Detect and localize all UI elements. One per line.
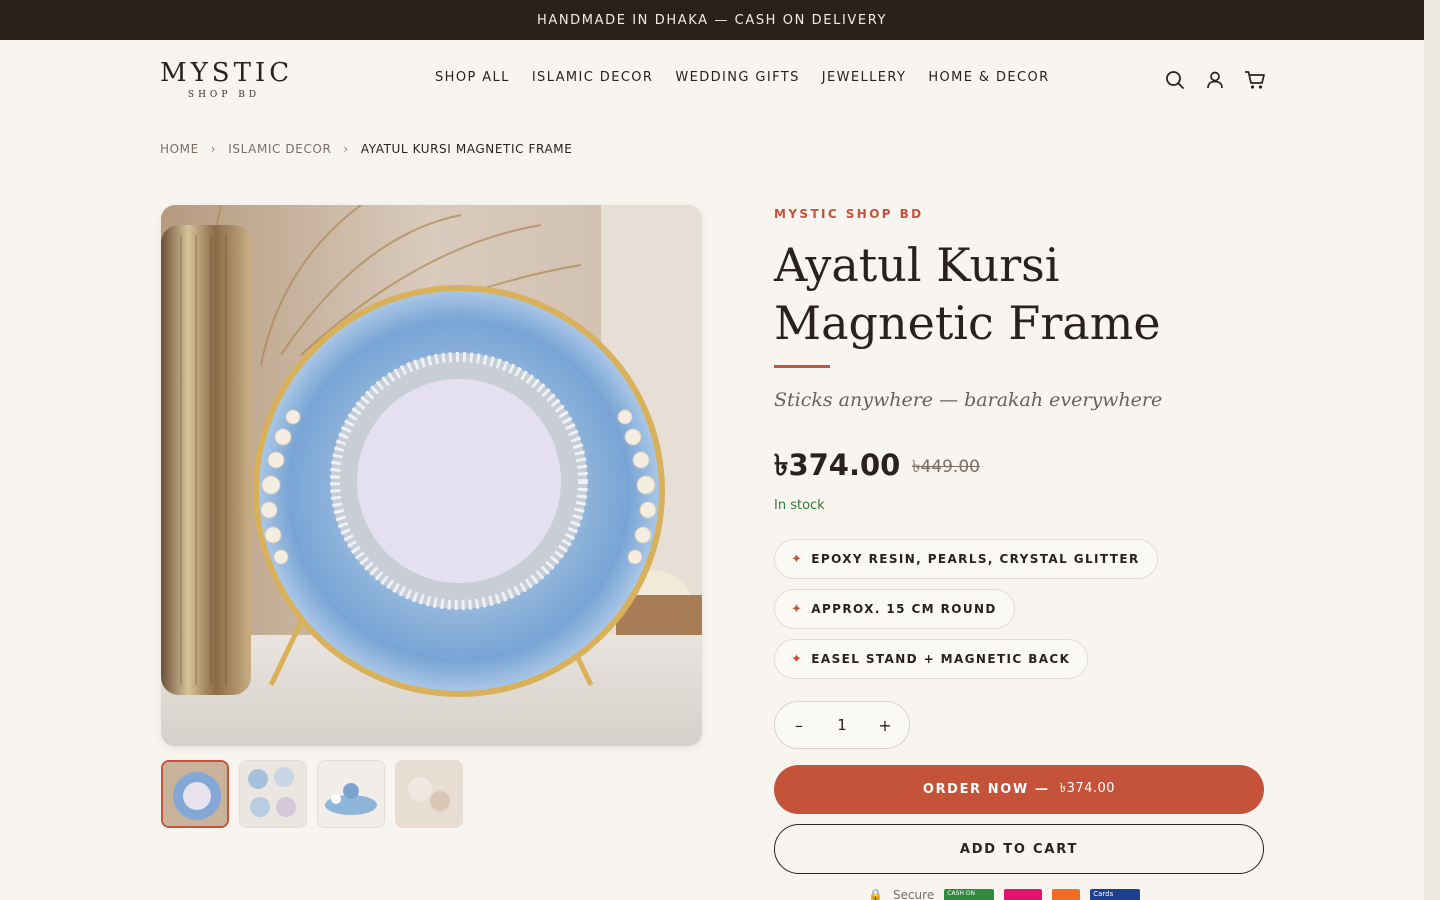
thumbnail-1[interactable]	[161, 760, 229, 828]
breadcrumb-separator: ›	[210, 142, 217, 156]
breadcrumb-home[interactable]: HOME	[160, 142, 199, 156]
scrollbar[interactable]	[1424, 0, 1440, 900]
logo-main: MYSTIC	[160, 58, 294, 88]
logo[interactable]: MYSTIC SHOP BD	[160, 58, 294, 100]
cards-badge: Cards	[1090, 889, 1141, 900]
logo-sub: SHOP BD	[187, 90, 261, 100]
product-title: Ayatul Kursi Magnetic Frame	[774, 238, 1161, 350]
product-tagline: Sticks anywhere — barakah everywhere	[774, 389, 1163, 411]
announcement-bar: HANDMADE IN DHAKA — CASH ON DELIVERY	[0, 0, 1424, 40]
increase-quantity-button[interactable]: +	[877, 716, 893, 735]
sparkle-icon: ✦	[791, 551, 804, 567]
lock-icon: 🔒	[868, 888, 883, 900]
thumbnail-3[interactable]	[317, 760, 385, 828]
site-header: MYSTIC SHOP BD SHOP ALL ISLAMIC DECOR WE…	[0, 40, 1424, 120]
feature-pill: ✦ EASEL STAND + MAGNETIC BACK	[774, 639, 1089, 679]
feature-text: APPROX. 15 CM ROUND	[811, 602, 997, 616]
breadcrumb: HOME › ISLAMIC DECOR › AYATUL KURSI MAGN…	[160, 142, 572, 156]
cod-badge: CASH ON	[944, 889, 995, 900]
feature-pill: ✦ APPROX. 15 CM ROUND	[774, 589, 1015, 629]
add-to-cart-label: ADD TO CART	[959, 841, 1079, 857]
product-main-image[interactable]	[161, 205, 702, 746]
add-to-cart-button[interactable]: ADD TO CART	[774, 824, 1264, 874]
thumbnail-2[interactable]	[239, 760, 307, 828]
main-nav: SHOP ALL ISLAMIC DECOR WEDDING GIFTS JEW…	[435, 70, 1050, 85]
nav-shop-all[interactable]: SHOP ALL	[435, 70, 510, 85]
thumbnail-gallery	[161, 760, 463, 828]
nav-wedding-gifts[interactable]: WEDDING GIFTS	[675, 70, 799, 85]
product-brand[interactable]: MYSTIC SHOP BD	[774, 207, 923, 221]
nagad-badge	[1052, 889, 1081, 900]
compare-price: ৳449.00	[912, 457, 980, 477]
nav-jewellery[interactable]: JEWELLERY	[822, 70, 907, 85]
stock-status: In stock	[774, 498, 825, 513]
feature-pill: ✦ EPOXY RESIN, PEARLS, CRYSTAL GLITTER	[774, 539, 1158, 579]
secure-label: Secure	[892, 888, 935, 900]
order-now-button[interactable]: ORDER NOW — ৳374.00	[774, 765, 1264, 814]
thumbnail-4[interactable]	[395, 760, 463, 828]
sparkle-icon: ✦	[791, 601, 804, 617]
account-icon[interactable]	[1203, 68, 1227, 92]
breadcrumb-separator: ›	[343, 142, 349, 156]
quantity-stepper: – 1 +	[774, 701, 910, 749]
feature-text: EASEL STAND + MAGNETIC BACK	[811, 652, 1071, 666]
decrease-quantity-button[interactable]: –	[791, 716, 807, 735]
nav-islamic-decor[interactable]: ISLAMIC DECOR	[532, 70, 654, 85]
search-icon[interactable]	[1163, 68, 1187, 92]
cart-icon[interactable]	[1243, 68, 1267, 92]
payment-methods: 🔒 Secure CASH ON Cards	[868, 888, 1141, 900]
quantity-value[interactable]: 1	[837, 716, 847, 734]
sparkle-icon: ✦	[791, 651, 804, 667]
nav-home-decor[interactable]: HOME & DECOR	[928, 70, 1049, 85]
product-price: ৳374.00	[774, 448, 901, 482]
bkash-badge	[1004, 889, 1043, 900]
header-icons	[1163, 68, 1267, 92]
breadcrumb-current: AYATUL KURSI MAGNETIC FRAME	[360, 142, 573, 156]
feature-text: EPOXY RESIN, PEARLS, CRYSTAL GLITTER	[811, 552, 1140, 566]
order-now-label: ORDER NOW —	[922, 782, 1050, 797]
announcement-text: HANDMADE IN DHAKA — CASH ON DELIVERY	[536, 12, 888, 28]
order-now-amount: ৳374.00	[1059, 781, 1116, 796]
breadcrumb-category[interactable]: ISLAMIC DECOR	[228, 142, 331, 156]
title-divider	[774, 365, 830, 368]
